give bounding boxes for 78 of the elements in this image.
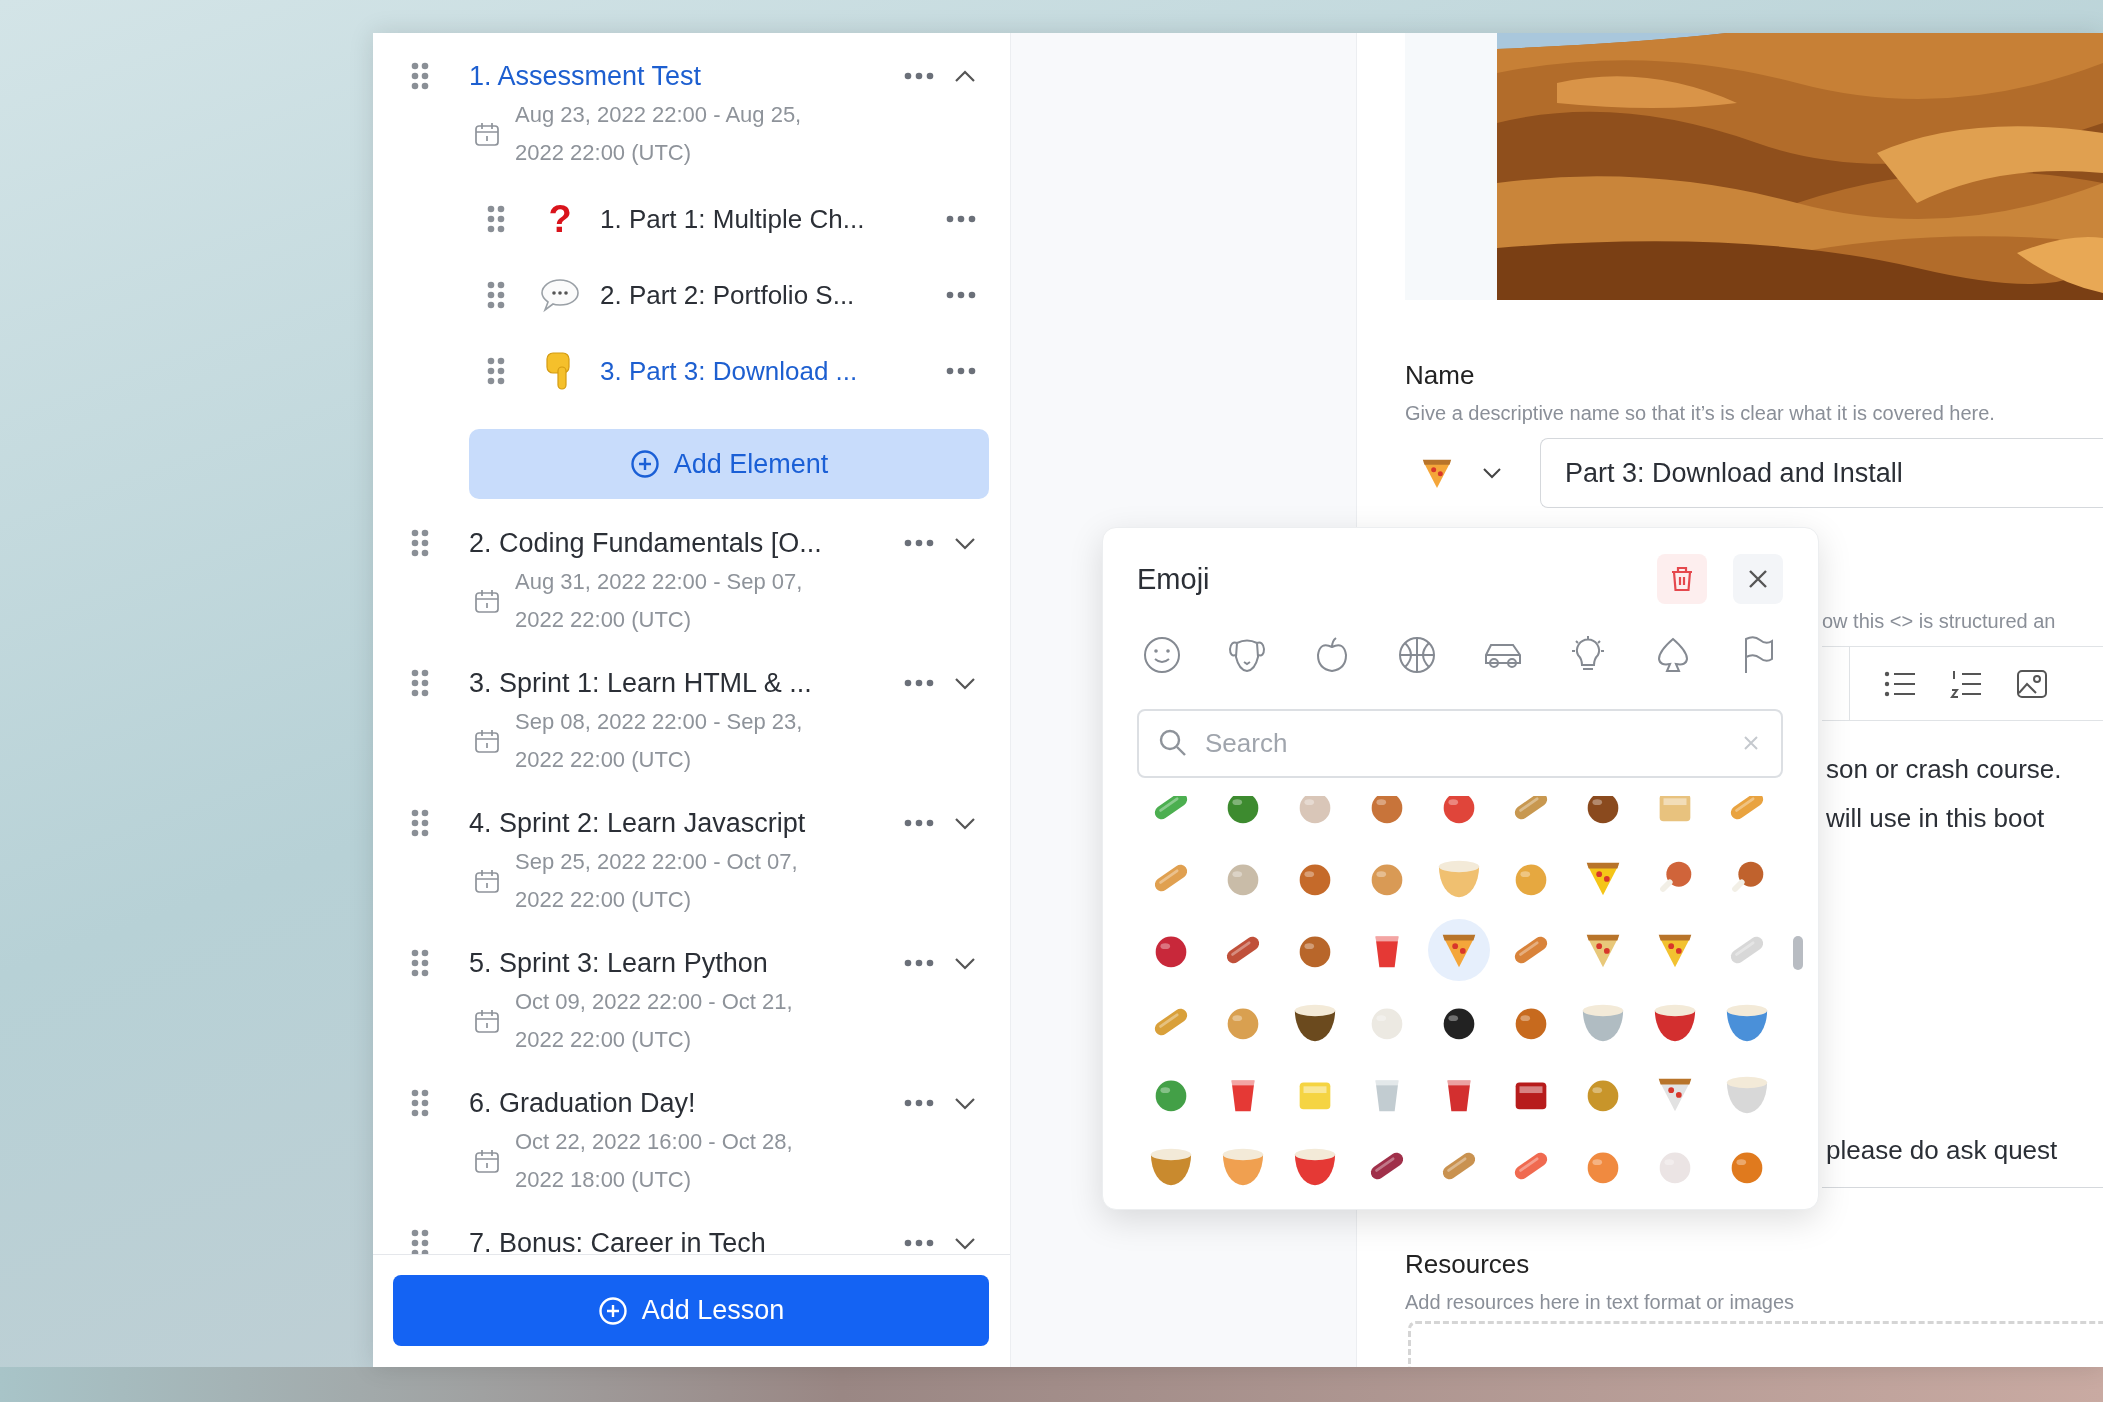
lesson-dates: Sep 08, 2022 22:00 - Sep 23, 2022 22:00 (UTC) — [515, 708, 804, 774]
bullet-list-icon[interactable] — [1884, 669, 1916, 698]
more-icon[interactable] — [904, 539, 934, 547]
drag-handle-icon[interactable] — [411, 62, 429, 90]
plus-icon — [629, 449, 660, 479]
lesson-dates: Aug 23, 2022 22:00 - Aug 25, 2022 22:00 (UTC) — [515, 101, 803, 167]
field-label: Resources — [1405, 1249, 1531, 1279]
field-hint: Add resources here in text format or images — [1405, 1290, 1796, 1315]
more-icon[interactable] — [904, 1099, 934, 1107]
lesson-title[interactable]: 7. Bonus: Career in Tech — [469, 1227, 894, 1254]
chevron-down-icon[interactable] — [954, 676, 976, 690]
calendar-icon — [474, 728, 500, 754]
basketball-icon[interactable] — [1397, 635, 1438, 675]
element-title[interactable]: 3. Part 3: Download ... — [600, 355, 946, 387]
more-icon[interactable] — [946, 291, 976, 299]
lesson-dates: Sep 25, 2022 22:00 - Oct 07, 2022 22:00 (UTC) — [515, 848, 799, 914]
more-icon[interactable] — [904, 959, 934, 967]
drag-handle-icon[interactable] — [487, 205, 505, 233]
close-icon — [1747, 568, 1769, 590]
drag-handle-icon[interactable] — [411, 529, 429, 557]
element-title[interactable]: 1. Part 1: Multiple Ch... — [600, 203, 946, 235]
editor-text: please do ask quest — [1826, 1134, 2059, 1167]
drag-handle-icon[interactable] — [487, 281, 505, 309]
editor-text: son or crash course. — [1826, 753, 2063, 786]
more-icon[interactable] — [904, 819, 934, 827]
chevron-down-icon[interactable] — [954, 1096, 976, 1110]
numbered-list-icon[interactable] — [1950, 668, 1982, 699]
lesson-title[interactable]: 2. Coding Fundamentals [O... — [469, 527, 894, 559]
lesson-title[interactable]: 5. Sprint 3: Learn Python — [469, 947, 894, 979]
image-icon[interactable] — [2016, 668, 2048, 699]
chevron-down-icon[interactable] — [954, 816, 976, 830]
plus-icon — [597, 1295, 628, 1326]
calendar-icon — [474, 1148, 500, 1174]
drag-handle-icon[interactable] — [411, 669, 429, 697]
calendar-icon — [474, 1008, 500, 1034]
delete-button[interactable] — [1657, 554, 1707, 604]
drag-handle-icon[interactable] — [411, 809, 429, 837]
drag-handle-icon[interactable] — [487, 357, 505, 385]
chevron-down-icon[interactable] — [1482, 467, 1502, 479]
close-button[interactable] — [1733, 554, 1783, 604]
lesson-dates: Oct 09, 2022 22:00 - Oct 21, 2022 22:00 (UTC) — [515, 988, 794, 1054]
add-element-button[interactable]: Add Element — [469, 429, 989, 499]
smiley-icon[interactable] — [1142, 635, 1182, 675]
chevron-up-icon[interactable] — [954, 69, 976, 83]
calendar-icon — [474, 121, 500, 147]
speech-bubble-icon — [540, 277, 580, 313]
scrollbar[interactable] — [1793, 936, 1803, 970]
name-input[interactable]: Part 3: Download and Install — [1540, 438, 2103, 508]
more-icon[interactable] — [904, 1239, 934, 1247]
chevron-down-icon[interactable] — [954, 956, 976, 970]
popup-title: Emoji — [1137, 562, 1211, 596]
more-icon[interactable] — [904, 72, 934, 80]
drag-handle-icon[interactable] — [411, 949, 429, 977]
add-lesson-button[interactable]: Add Lesson — [393, 1275, 989, 1346]
question-icon: ? — [548, 199, 572, 239]
lesson-title[interactable]: 4. Sprint 2: Learn Javascript — [469, 807, 894, 839]
chevron-down-icon[interactable] — [954, 536, 976, 550]
drag-handle-icon[interactable] — [411, 1229, 429, 1254]
lesson-dates: Aug 31, 2022 22:00 - Sep 07, 2022 22:00 (UTC) — [515, 568, 804, 634]
editor-text: will use in this boot — [1826, 802, 2046, 835]
calendar-icon — [474, 868, 500, 894]
more-icon[interactable] — [946, 367, 976, 375]
lesson-title[interactable]: 6. Graduation Day! — [469, 1087, 894, 1119]
more-icon[interactable] — [904, 679, 934, 687]
drag-handle-icon[interactable] — [411, 1089, 429, 1117]
more-icon[interactable] — [946, 215, 976, 223]
field-hint: ow this <> is structured an — [1822, 609, 2057, 634]
calendar-icon — [474, 588, 500, 614]
field-label: Name — [1405, 360, 1476, 390]
chevron-down-icon[interactable] — [954, 1236, 976, 1250]
element-title[interactable]: 2. Part 2: Portfolio S... — [600, 279, 946, 311]
search-field[interactable]: Search — [1137, 709, 1783, 778]
field-hint: Give a descriptive name so that it’s is clear what it is covered here. — [1405, 401, 1996, 426]
search-icon — [1159, 729, 1187, 757]
lesson-title[interactable]: 1. Assessment Test — [469, 60, 894, 92]
trash-icon — [1670, 566, 1694, 592]
lesson-dates: Oct 22, 2022 16:00 - Oct 28, 2022 18:00 (UTC) — [515, 1128, 794, 1194]
lesson-title[interactable]: 3. Sprint 1: Learn HTML & ... — [469, 667, 894, 699]
